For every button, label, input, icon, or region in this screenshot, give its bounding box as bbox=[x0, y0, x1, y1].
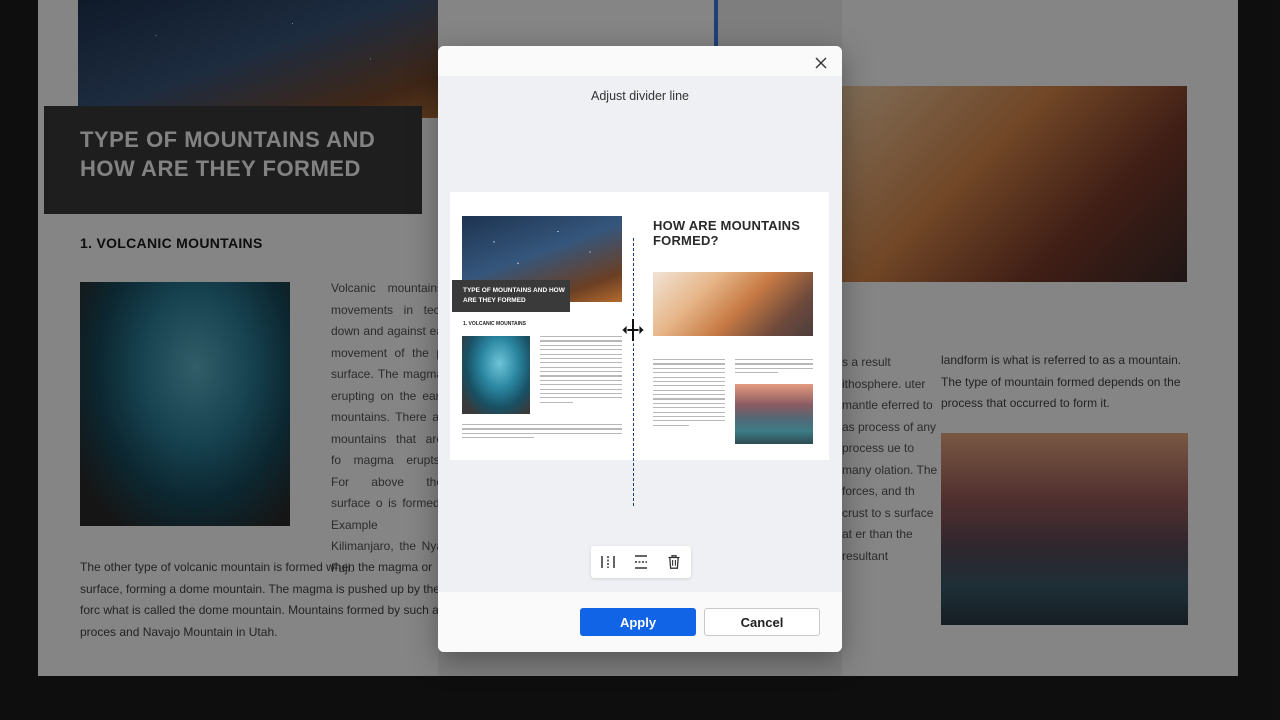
preview-lake-image bbox=[462, 336, 530, 414]
horizontal-divider-icon bbox=[634, 555, 647, 569]
divider-line[interactable] bbox=[633, 238, 634, 506]
move-cursor-icon bbox=[619, 316, 647, 344]
close-button[interactable] bbox=[810, 52, 832, 74]
vertical-divider-button[interactable] bbox=[591, 546, 624, 578]
delete-divider-button[interactable] bbox=[658, 546, 691, 578]
preview-mountain-image bbox=[653, 272, 813, 336]
preview-paragraph bbox=[462, 424, 622, 442]
horizontal-divider-button[interactable] bbox=[624, 546, 657, 578]
cancel-button[interactable]: Cancel bbox=[704, 608, 820, 636]
preview-lake-mountain-image bbox=[735, 384, 813, 444]
dialog-title: Adjust divider line bbox=[591, 89, 689, 103]
close-icon bbox=[815, 57, 827, 69]
preview-text-column bbox=[540, 336, 622, 406]
vertical-divider-icon bbox=[600, 556, 615, 568]
divider-toolbar bbox=[591, 546, 691, 578]
trash-icon bbox=[668, 555, 680, 569]
preview-right-text-2 bbox=[735, 359, 813, 377]
preview-right-title: HOW ARE MOUNTAINS FORMED? bbox=[653, 218, 801, 248]
dialog-header bbox=[438, 46, 842, 76]
preview-right-text-1 bbox=[653, 359, 725, 429]
preview-left-title: TYPE OF MOUNTAINS AND HOW ARE THEY FORME… bbox=[463, 287, 565, 304]
apply-button[interactable]: Apply bbox=[580, 608, 696, 636]
preview-left-heading: 1. VOLCANIC MOUNTAINS bbox=[463, 321, 526, 327]
adjust-divider-dialog: Adjust divider line TYPE OF MOUNTAINS AN… bbox=[438, 46, 842, 652]
